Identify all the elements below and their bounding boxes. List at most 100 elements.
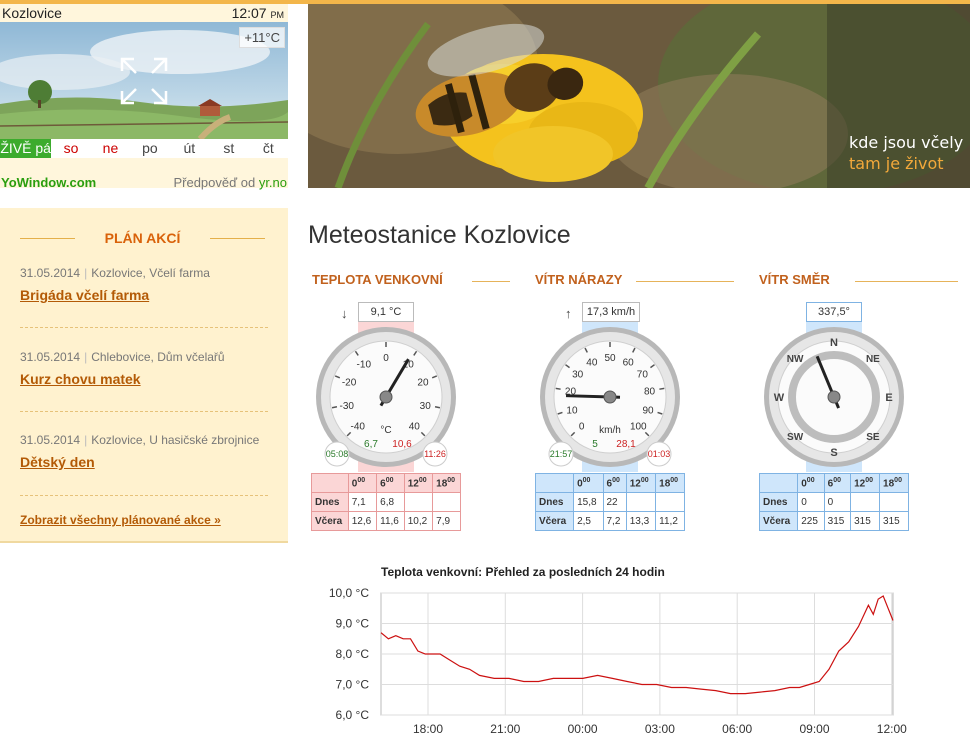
scale-label: -10 xyxy=(357,360,372,371)
compass-label: NW xyxy=(787,354,804,365)
needle-hub xyxy=(379,390,393,404)
slogan-line-2: tam je život xyxy=(849,154,944,173)
title-rule xyxy=(472,281,510,282)
event-meta: 31.05.2014 | Chlebovice, Dům včelařů xyxy=(20,350,225,364)
scale-label: 0 xyxy=(383,353,389,364)
scale-label: -40 xyxy=(350,421,365,432)
event-meta: 31.05.2014 | Kozlovice, U hasičské zbrojni… xyxy=(20,433,260,447)
scale-label: -30 xyxy=(340,401,355,412)
scale-tick xyxy=(555,387,561,390)
event-item: 31.05.2014 | Chlebovice, Dům včelařů Kurz … xyxy=(20,350,268,410)
unit-label: km/h xyxy=(599,425,621,436)
x-tick-label: 21:00 xyxy=(490,722,520,736)
wind-direction-gauge: N NE E SE S SW W NW 337,5° xyxy=(759,302,909,472)
event-divider xyxy=(20,327,268,328)
day-tab-wednesday[interactable]: st xyxy=(209,139,248,158)
y-tick-label: 6,0 °C xyxy=(336,708,370,722)
scale-label: 40 xyxy=(409,421,421,432)
weather-widget[interactable]: Kozlovice 12:07 PM +11°C ŽIVĚ pá so ne p… xyxy=(0,4,288,191)
y-tick-label: 10,0 °C xyxy=(329,586,369,600)
x-tick-label: 06:00 xyxy=(722,722,752,736)
fullscreen-icon[interactable] xyxy=(118,55,170,107)
low-time: 21:57 xyxy=(550,449,573,459)
day-tab-live[interactable]: ŽIVĚ pá xyxy=(0,139,52,158)
scale-tick xyxy=(659,387,665,390)
banner-slogan-panel: kde jsou včely tam je život xyxy=(827,4,970,188)
yowindow-link[interactable]: YoWindow.com xyxy=(1,175,96,190)
scale-label: 30 xyxy=(420,401,432,412)
page-title: Meteostanice Kozlovice xyxy=(308,221,571,249)
scale-label: 0 xyxy=(579,421,585,432)
low-time: 05:08 xyxy=(326,449,349,459)
compass-label: E xyxy=(885,392,892,404)
trend-up-icon: ↑ xyxy=(565,306,572,321)
event-divider xyxy=(20,411,268,412)
compass-label: W xyxy=(774,392,785,404)
day-tab-saturday[interactable]: so xyxy=(51,139,90,158)
wind-direction-value: 337,5° xyxy=(806,302,862,322)
scale-label: 40 xyxy=(586,357,598,368)
needle-hub xyxy=(827,390,841,404)
x-tick-label: 12:00 xyxy=(877,722,907,736)
high-time: 11:26 xyxy=(424,449,446,459)
temperature-value: 9,1 °C xyxy=(358,302,414,322)
low-value: 6,7 xyxy=(364,439,378,450)
y-tick-label: 9,0 °C xyxy=(336,617,370,631)
events-sidebar: PLÁN AKCÍ 31.05.2014 | Kozlovice, Včelí fa… xyxy=(0,208,288,543)
wind-gust-value: 17,3 km/h xyxy=(582,302,640,322)
y-tick-label: 7,0 °C xyxy=(336,678,370,692)
widget-time: 12:07 PM xyxy=(231,5,284,21)
scale-label: 20 xyxy=(417,378,429,389)
event-item: 31.05.2014 | Kozlovice, U hasičské zbrojni… xyxy=(20,433,268,493)
needle-hub xyxy=(603,390,617,404)
widget-header: Kozlovice 12:07 PM xyxy=(0,4,288,22)
temperature-history-table: 000 600 1200 1800 Dnes 7,1 6,8 Včera 12,6 11,6 1… xyxy=(311,473,461,531)
temperature-24h-chart: 10,0 °C 9,0 °C 8,0 °C 7,0 °C 6,0 °C 18:00 21:0… xyxy=(329,586,907,736)
compass-label: N xyxy=(830,337,838,349)
wind-gust-gauge-title: VÍTR NÁRAZY xyxy=(535,272,623,287)
day-tab-monday[interactable]: po xyxy=(130,139,169,158)
widget-footer: YoWindow.com Předpověď od yr.no xyxy=(0,175,288,191)
event-link[interactable]: Kurz chovu matek xyxy=(20,371,268,387)
unit-label: °C xyxy=(380,425,391,436)
scale-label: 60 xyxy=(623,357,635,368)
scale-label: 70 xyxy=(637,369,649,380)
chart-title: Teplota venkovní: Přehled za posledních … xyxy=(381,565,665,579)
yr-link[interactable]: yr.no xyxy=(259,175,287,190)
slogan-line-1: kde jsou včely xyxy=(849,133,964,152)
widget-city: Kozlovice xyxy=(2,5,62,21)
x-tick-label: 03:00 xyxy=(645,722,675,736)
event-divider xyxy=(20,495,268,496)
compass-label: SW xyxy=(787,432,804,443)
scale-label: 90 xyxy=(642,405,654,416)
event-meta: 31.05.2014 | Kozlovice, Včelí farma xyxy=(20,266,210,280)
event-link[interactable]: Brigáda včelí farma xyxy=(20,287,268,303)
all-events-link[interactable]: Zobrazit všechny plánované akce » xyxy=(20,513,221,527)
day-tab-thursday[interactable]: čt xyxy=(249,139,288,158)
weather-scene[interactable]: +11°C xyxy=(0,22,288,139)
wind-direction-history-table: 000 600 1200 1800 Dnes 0 0 Včera 225 315 315 315 xyxy=(758,473,909,531)
compass-label: S xyxy=(830,447,837,459)
day-tab-sunday[interactable]: ne xyxy=(91,139,130,158)
event-link[interactable]: Dětský den xyxy=(20,454,268,470)
x-tick-label: 09:00 xyxy=(799,722,829,736)
event-item: 31.05.2014 | Kozlovice, Včelí farma Brigád… xyxy=(20,266,268,326)
compass-label: SE xyxy=(866,432,880,443)
compass-label: NE xyxy=(866,354,880,365)
header-banner: kde jsou včely tam je život xyxy=(308,4,970,188)
wind-gust-history-table: 000 600 1200 1800 Dnes 15,8 22 Včera 2,5 7,2 13,… xyxy=(534,473,685,531)
low-value: 5 xyxy=(592,439,598,450)
high-time: 01:03 xyxy=(648,449,671,459)
x-tick-label: 00:00 xyxy=(568,722,598,736)
trend-down-icon: ↓ xyxy=(341,306,348,321)
temperature-gauge: -40 -30 -20 -10 0 10 20 30 40 °C 05:08 11:26 6,7 10,6… xyxy=(311,302,461,472)
wind-direction-gauge-title: VÍTR SMĚR xyxy=(759,272,830,287)
scale-label: 10 xyxy=(566,405,578,416)
wind-gust-gauge: 0 10 20 30 40 50 60 70 80 90 100 km/h 21:57 01:03 5 28,… xyxy=(535,302,685,472)
events-title: PLÁN AKCÍ xyxy=(20,230,265,246)
scale-tick xyxy=(434,406,441,409)
day-tab-tuesday[interactable]: út xyxy=(170,139,209,158)
title-rule xyxy=(855,281,958,282)
scale-tick xyxy=(331,406,338,409)
widget-temperature: +11°C xyxy=(239,27,285,48)
